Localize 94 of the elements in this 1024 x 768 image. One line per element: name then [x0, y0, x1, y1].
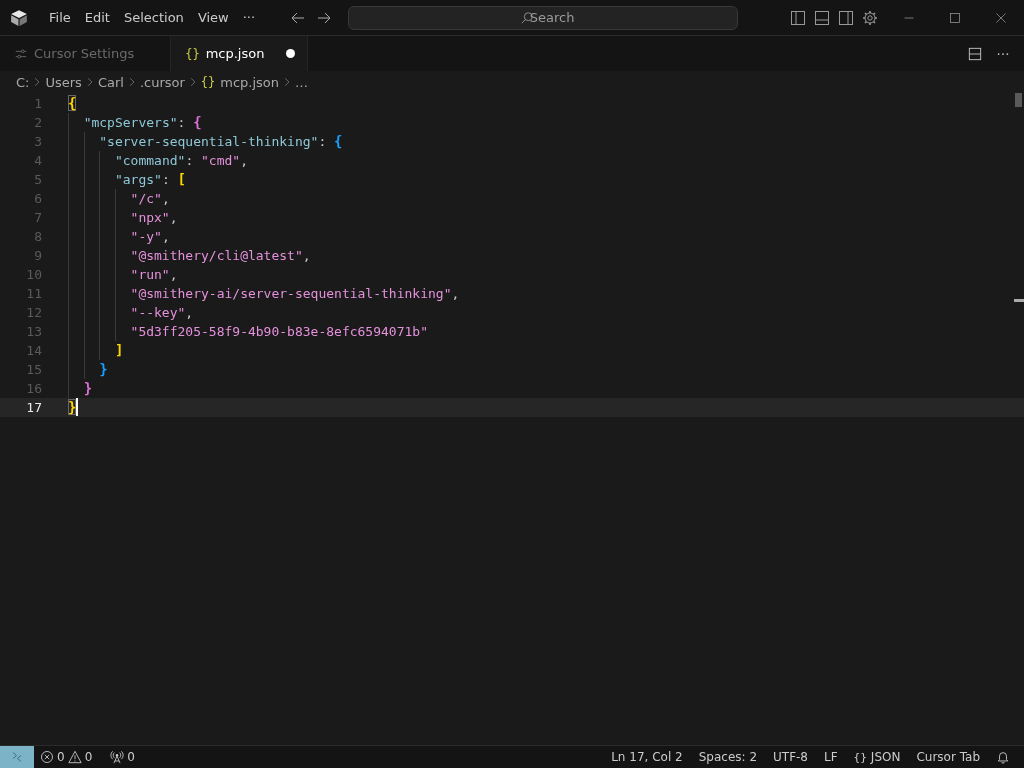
secondary-sidebar-icon[interactable] — [838, 9, 854, 26]
line-number: 5 — [33, 171, 43, 189]
code-token: , — [302, 248, 311, 263]
braces-icon: {} — [200, 75, 216, 89]
status-item[interactable]: JSON — [870, 750, 901, 764]
braces-icon: {} — [185, 46, 200, 61]
code-token: : — [318, 134, 328, 149]
tab-label: mcp.json — [205, 46, 265, 61]
code-token: "/c" — [130, 191, 162, 206]
line-number: 14 — [25, 342, 43, 360]
scrollbar-thumb[interactable] — [1015, 93, 1022, 107]
warning-count: 0 — [84, 750, 93, 764]
breadcrumb-item[interactable]: C: — [16, 74, 30, 90]
code-token: "@smithery-ai/server-sequential-thinking" — [130, 286, 452, 301]
line-number: 12 — [25, 304, 43, 322]
ports-button[interactable]: 0 — [104, 750, 141, 764]
bracket: } — [99, 361, 108, 377]
line-number: 7 — [33, 209, 43, 227]
code-token: "server-sequential-thinking" — [99, 134, 319, 149]
editor-tab[interactable]: {} mcp.json — [171, 36, 309, 71]
code-token: , — [161, 191, 170, 206]
code-token: "npx" — [130, 210, 170, 225]
line-number: 15 — [25, 361, 43, 379]
breadcrumb-item[interactable]: .cursor — [139, 74, 185, 90]
split-editor-icon[interactable] — [968, 46, 982, 61]
bracket: [ — [177, 171, 186, 187]
search-field[interactable]: Search — [348, 5, 739, 30]
code-token: "run" — [130, 267, 170, 282]
panel-layout-icon[interactable] — [814, 9, 830, 26]
menu-item[interactable]: Selection — [116, 7, 191, 28]
line-number: 3 — [33, 133, 43, 151]
breadcrumb-item[interactable]: Carl — [97, 74, 124, 90]
code-token: , — [185, 305, 194, 320]
code-token: , — [169, 210, 178, 225]
problems-button[interactable]: 0 0 — [34, 750, 99, 764]
code-token: : — [177, 115, 187, 130]
menu-item[interactable]: View — [190, 7, 236, 28]
error-icon — [40, 750, 54, 764]
code-token: : — [161, 172, 171, 187]
line-number: 1 — [33, 95, 43, 113]
bracket: { — [193, 114, 202, 130]
line-number: 13 — [25, 323, 43, 341]
bracket: { — [68, 95, 77, 111]
code-token: , — [451, 286, 460, 301]
bracket: { — [334, 133, 343, 149]
line-number: 8 — [33, 228, 43, 246]
line-number: 4 — [33, 152, 43, 170]
status-item[interactable]: UTF-8 — [765, 750, 816, 764]
code-token: "cmd" — [201, 153, 241, 168]
code-token: "--key" — [130, 305, 186, 320]
code-token: , — [240, 153, 248, 168]
code-token: "mcpServers" — [83, 115, 178, 130]
code-token: , — [161, 229, 170, 244]
line-number: 2 — [33, 114, 43, 132]
sidebar-layout-icon[interactable] — [790, 9, 806, 26]
menu-item[interactable]: Edit — [77, 7, 117, 28]
line-number: 17 — [25, 399, 43, 417]
code-token: "@smithery/cli@latest" — [130, 248, 303, 263]
code-token: "args" — [114, 172, 162, 187]
line-number: 6 — [33, 190, 43, 208]
breadcrumb-item[interactable]: Users — [45, 74, 82, 90]
line-number: 16 — [25, 380, 43, 398]
breadcrumb-item[interactable]: … — [295, 74, 309, 90]
settings-icon[interactable] — [862, 9, 878, 26]
line-number: 11 — [25, 285, 43, 303]
status-item[interactable]: Spaces: 2 — [690, 750, 765, 764]
line-number: 9 — [33, 247, 43, 265]
bell-icon[interactable] — [996, 750, 1010, 764]
status-item[interactable]: Ln 17, Col 2 — [603, 750, 691, 764]
breadcrumb-item[interactable]: mcp.json — [220, 74, 280, 90]
text-cursor — [76, 398, 79, 416]
warning-icon — [67, 750, 82, 764]
cube-logo-icon — [10, 8, 28, 27]
bracket: } — [83, 380, 93, 396]
bracket: } — [68, 399, 77, 415]
tab-label: Cursor Settings — [34, 46, 135, 61]
braces-icon: {} — [853, 750, 867, 764]
bracket: ] — [114, 342, 124, 358]
error-count: 0 — [57, 750, 65, 764]
status-item[interactable]: Cursor Tab — [908, 750, 988, 764]
code-token: : — [185, 153, 195, 168]
status-item[interactable]: LF — [816, 750, 846, 764]
code-token: "command" — [114, 153, 186, 168]
ports-count: 0 — [127, 750, 135, 764]
menu-item[interactable]: ··· — [235, 7, 263, 28]
code-token: "-y" — [130, 229, 162, 244]
code-token: , — [169, 267, 178, 282]
code-token: "5d3ff205-58f9-4b90-b83e-8efc6594071b" — [130, 324, 428, 339]
remote-icon — [11, 751, 23, 763]
line-number: 10 — [25, 266, 43, 284]
sliders-icon — [14, 46, 28, 61]
antenna-icon — [110, 750, 125, 764]
overview-marker — [1014, 299, 1024, 302]
menu-item[interactable]: File — [42, 7, 78, 28]
